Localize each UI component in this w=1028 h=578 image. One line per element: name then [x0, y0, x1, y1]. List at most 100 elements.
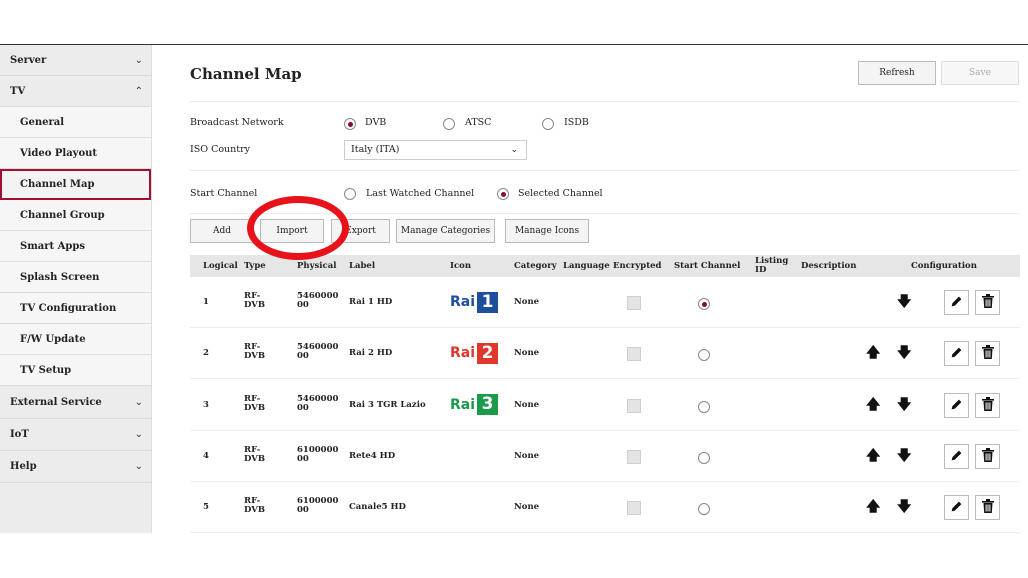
table-row: 1 RF- DVB 5460000 00 Rai 1 HD Rai 1 None 🡇	[190, 277, 1020, 328]
page-title: Channel Map	[190, 65, 302, 83]
channel-logo-number: 2	[477, 342, 499, 364]
cell-label: Rai 1 HD	[349, 297, 393, 307]
radio-isdb[interactable]	[542, 118, 554, 130]
sidebar-item-server[interactable]: Server ⌄	[0, 45, 151, 76]
edit-button[interactable]	[944, 341, 969, 367]
cell-logical: 2	[203, 348, 209, 359]
delete-button[interactable]	[975, 443, 1000, 469]
sidebar-item-label: F/W Update	[20, 334, 86, 345]
encrypted-checkbox[interactable]	[627, 347, 641, 362]
channel-logo-number: 1	[477, 291, 499, 313]
radio-isdb-label: ISDB	[564, 117, 589, 128]
move-down-icon[interactable]: 🡇	[897, 294, 911, 310]
import-button[interactable]: Import	[260, 219, 324, 243]
start-channel-radio[interactable]	[698, 400, 710, 413]
edit-button[interactable]	[944, 443, 969, 469]
delete-button[interactable]	[975, 392, 1000, 418]
trash-icon	[981, 447, 994, 466]
start-channel-radio[interactable]	[698, 298, 710, 310]
radio-atsc[interactable]	[443, 118, 455, 130]
edit-button[interactable]	[944, 290, 969, 315]
cell-category: None	[514, 399, 540, 410]
start-channel-radio[interactable]	[698, 503, 710, 516]
edit-button[interactable]	[944, 392, 969, 418]
sidebar-item-iot[interactable]: IoT ⌄	[0, 419, 151, 451]
col-type: Type	[244, 261, 266, 271]
cell-physical-line2: 00	[297, 351, 309, 362]
col-category: Category	[514, 261, 557, 271]
iso-country-value: Italy (ITA)	[351, 144, 400, 155]
trash-icon	[981, 293, 994, 312]
sidebar-item-tv[interactable]: TV ⌃	[0, 76, 151, 107]
delete-button[interactable]	[975, 290, 1000, 315]
cell-label: Rete4 HD	[349, 450, 396, 461]
pencil-icon	[950, 293, 963, 312]
trash-icon	[981, 498, 994, 517]
channel-logo-word: Rai	[450, 345, 476, 362]
sidebar-item-label: Channel Group	[20, 210, 105, 221]
sidebar-item-channel-map[interactable]: Channel Map	[0, 169, 151, 200]
cell-logical: 4	[203, 450, 209, 461]
trash-icon	[981, 344, 994, 363]
encrypted-checkbox[interactable]	[627, 398, 641, 413]
chevron-down-icon: ⌄	[134, 397, 143, 408]
radio-selected-channel[interactable]	[497, 188, 509, 200]
encrypted-checkbox[interactable]	[627, 296, 641, 310]
table-row: 2 RF- DVB 5460000 00 Rai 2 HD Rai 2 None 🡅 🡇	[190, 328, 1020, 380]
sidebar-item-tv-configuration[interactable]: TV Configuration	[0, 293, 151, 324]
cell-category: None	[514, 450, 540, 461]
cell-type-line2: DVB	[244, 505, 266, 516]
col-configuration: Configuration	[911, 261, 977, 271]
chevron-up-icon: ⌃	[134, 86, 143, 97]
sidebar-item-tv-setup[interactable]: TV Setup	[0, 355, 151, 386]
save-button[interactable]: Save	[941, 61, 1019, 85]
pencil-icon	[950, 498, 963, 517]
cell-physical-line2: 00	[297, 453, 309, 464]
move-down-icon[interactable]: 🡇	[897, 345, 911, 361]
move-up-icon[interactable]: 🡅	[866, 448, 880, 464]
sidebar-item-smart-apps[interactable]: Smart Apps	[0, 231, 151, 262]
manage-icons-button[interactable]: Manage Icons	[505, 219, 589, 243]
start-channel-radio[interactable]	[698, 451, 710, 464]
move-up-icon[interactable]: 🡅	[866, 397, 880, 413]
sidebar-item-fw-update[interactable]: F/W Update	[0, 324, 151, 355]
sidebar-item-general[interactable]: General	[0, 107, 151, 138]
edit-button[interactable]	[944, 495, 969, 521]
divider	[190, 101, 1020, 102]
manage-categories-button[interactable]: Manage Categories	[396, 219, 495, 243]
radio-dvb[interactable]	[344, 118, 356, 130]
sidebar-item-channel-group[interactable]: Channel Group	[0, 200, 151, 231]
sidebar-item-video-playout[interactable]: Video Playout	[0, 138, 151, 169]
sidebar-item-label: External Service	[10, 397, 102, 408]
export-button[interactable]: Export	[331, 219, 390, 243]
move-up-icon[interactable]: 🡅	[866, 345, 880, 361]
start-channel-radio[interactable]	[698, 349, 710, 362]
delete-button[interactable]	[975, 495, 1000, 521]
radio-atsc-label: ATSC	[465, 117, 492, 128]
cell-physical-line2: 00	[297, 402, 309, 413]
cell-physical-line2: 00	[297, 300, 309, 310]
move-up-icon[interactable]: 🡅	[866, 499, 880, 515]
cell-type-line2: DVB	[244, 402, 266, 413]
sidebar-item-external-service[interactable]: External Service ⌄	[0, 386, 151, 419]
move-down-icon[interactable]: 🡇	[897, 448, 911, 464]
encrypted-checkbox[interactable]	[627, 449, 641, 464]
divider	[190, 213, 1020, 214]
sidebar-item-splash-screen[interactable]: Splash Screen	[0, 262, 151, 293]
table-row: 4 RF- DVB 6100000 00 Rete4 HD None 🡅 🡇	[190, 431, 1020, 482]
add-button[interactable]: Add	[190, 219, 254, 243]
sidebar-item-label: IoT	[10, 429, 29, 440]
cell-category: None	[514, 502, 540, 513]
sidebar-item-label: TV	[10, 86, 26, 97]
cell-physical: 6100000 00	[297, 445, 338, 464]
move-down-icon[interactable]: 🡇	[897, 499, 911, 515]
iso-country-select[interactable]: Italy (ITA) ⌄	[344, 140, 527, 160]
sidebar-item-help[interactable]: Help ⌄	[0, 451, 151, 483]
encrypted-checkbox[interactable]	[627, 501, 641, 516]
refresh-button[interactable]: Refresh	[858, 61, 936, 85]
cell-physical-line2: 00	[297, 505, 309, 516]
radio-last-watched[interactable]	[344, 188, 356, 200]
delete-button[interactable]	[975, 341, 1000, 367]
move-down-icon[interactable]: 🡇	[897, 397, 911, 413]
col-logical: Logical	[203, 261, 238, 271]
